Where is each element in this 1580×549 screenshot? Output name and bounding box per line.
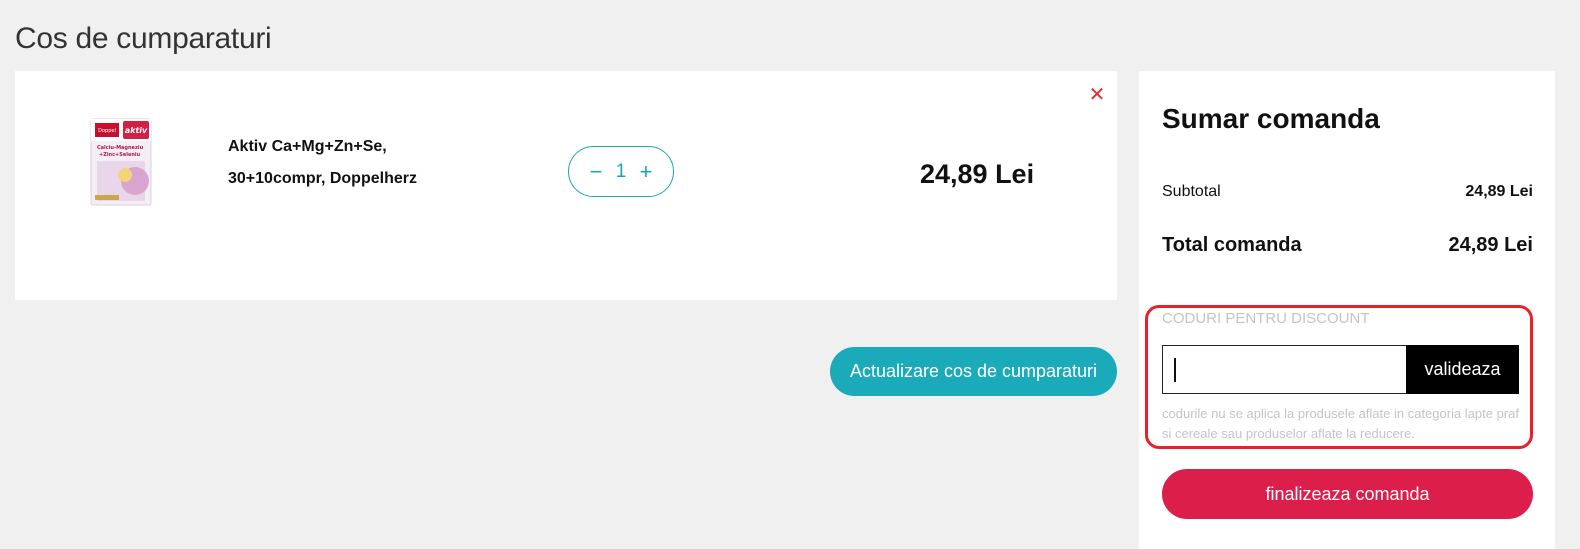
minus-icon[interactable]: − (587, 159, 605, 185)
quantity-stepper: − 1 + (568, 146, 674, 197)
text-caret (1174, 358, 1176, 382)
subtotal-label: Subtotal (1162, 183, 1221, 200)
total-row: Total comanda 24,89 Lei (1162, 234, 1533, 257)
checkout-button[interactable]: finalizeaza comanda (1162, 469, 1533, 519)
product-name[interactable]: Aktiv Ca+Mg+Zn+Se, 30+10compr, Doppelher… (228, 131, 448, 195)
discount-code-input[interactable] (1162, 345, 1406, 394)
discount-note: codurile nu se aplica la produsele aflat… (1162, 406, 1520, 441)
cart-item-card: ✕ aktiv Doppel Calciu-Magneziu +Zinc+Sel… (15, 71, 1117, 300)
product-name-line1[interactable]: Aktiv Ca+Mg+Zn+Se, (228, 131, 448, 163)
svg-text:+Zinc+Seleniu: +Zinc+Seleniu (99, 152, 141, 158)
close-icon[interactable]: ✕ (1087, 85, 1107, 105)
subtotal-value: 24,89 Lei (1465, 183, 1533, 200)
order-summary: Sumar comanda Subtotal 24,89 Lei Total c… (1139, 71, 1555, 549)
svg-text:aktiv: aktiv (125, 126, 148, 135)
validate-button[interactable]: valideaza (1406, 345, 1519, 394)
summary-title: Sumar comanda (1162, 103, 1380, 134)
quantity-value[interactable]: 1 (616, 161, 627, 183)
discount-label: CODURI PENTRU DISCOUNT (1162, 310, 1370, 327)
line-price: 24,89 Lei (920, 159, 1035, 189)
product-image[interactable]: aktiv Doppel Calciu-Magneziu +Zinc+Selen… (87, 117, 155, 207)
product-name-line2[interactable]: 30+10compr, Doppelherz (228, 163, 448, 195)
subtotal-row: Subtotal 24,89 Lei (1162, 183, 1533, 201)
svg-text:Calciu-Magneziu: Calciu-Magneziu (97, 145, 144, 151)
plus-icon[interactable]: + (637, 159, 655, 185)
svg-text:Doppel: Doppel (98, 128, 116, 134)
page-title: Cos de cumparaturi (15, 22, 272, 55)
total-label: Total comanda (1162, 234, 1302, 256)
update-cart-button[interactable]: Actualizare cos de cumparaturi (830, 347, 1117, 396)
total-value: 24,89 Lei (1448, 234, 1533, 256)
